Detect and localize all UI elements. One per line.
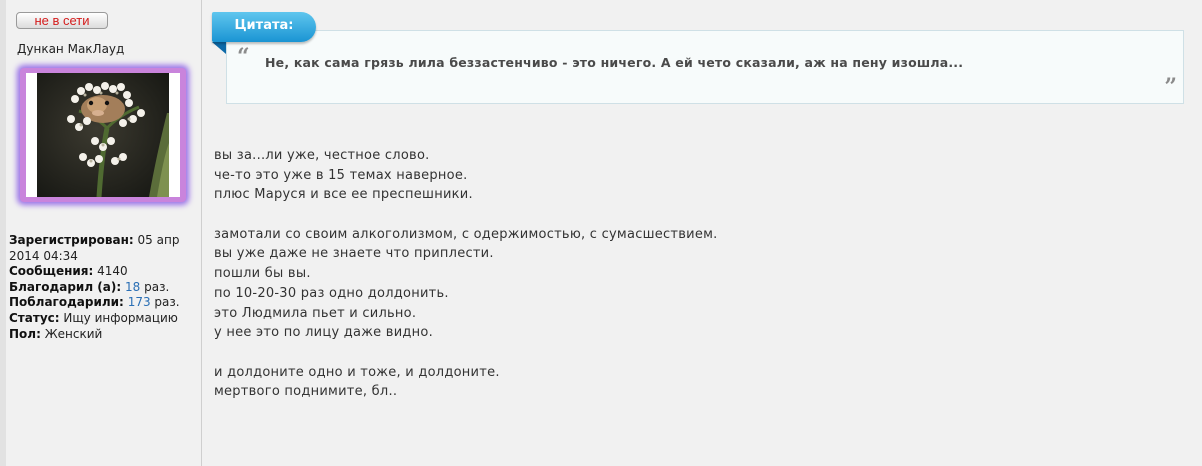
quote-label-tail xyxy=(212,42,226,54)
quote-text: Не, как сама грязь лила беззастенчиво - … xyxy=(265,55,964,70)
post-line: пошли бы вы. xyxy=(214,266,311,282)
post-line: это Людмила пьет и сильно. xyxy=(214,305,417,321)
quote-close-mark: ” xyxy=(1164,74,1177,100)
avatar[interactable] xyxy=(26,73,180,197)
post-paragraph-gap xyxy=(214,205,718,225)
post-line: че-то это уже в 15 темах наверное. xyxy=(214,167,468,183)
avatar-image xyxy=(37,73,169,197)
post-line: у нее это по лицу даже видно. xyxy=(214,325,433,341)
registered-row-cont: 2014 04:34 xyxy=(9,248,78,263)
user-sidebar: не в сети Дункан МакЛауд Зарегистрирован… xyxy=(6,0,202,466)
post-line: вы уже даже не знаете что приплести. xyxy=(214,246,494,262)
thanked-row: Благодарил (а): 18 раз. xyxy=(9,279,170,294)
gender-row: Пол: Женский xyxy=(9,326,103,341)
online-status-badge: не в сети xyxy=(16,12,108,29)
quote-block: “ Не, как сама грязь лила беззастенчиво … xyxy=(226,30,1184,104)
was-thanked-count-link[interactable]: 173 xyxy=(128,295,151,309)
quote-label-ribbon: Цитата: xyxy=(212,12,316,42)
post-content: “ Не, как сама грязь лила беззастенчиво … xyxy=(202,0,1202,466)
registered-row: Зарегистрирован: 05 апр xyxy=(9,233,180,247)
quote-label: Цитата: xyxy=(234,18,294,33)
username-link[interactable]: Дункан МакЛауд xyxy=(17,42,124,56)
post-line: плюс Маруся и все ее преспешники. xyxy=(214,187,473,203)
post-line: по 10-20-30 раз одно долдонить. xyxy=(214,285,449,301)
post-paragraph-gap xyxy=(214,343,718,363)
messages-row: Сообщения: 4140 xyxy=(9,264,128,279)
post-line: замотали со своим алкоголизмом, с одержи… xyxy=(214,226,718,242)
quote-open-mark: “ xyxy=(237,44,250,70)
user-profile-info: Зарегистрирован: 05 апр 2014 04:34 Сообщ… xyxy=(9,233,199,342)
post-line: мертвого поднимите, бл.. xyxy=(214,384,398,400)
avatar-frame xyxy=(20,68,186,202)
post-line: вы за...ли уже, честное слово. xyxy=(214,148,430,163)
post-body: вы за...ли уже, честное слово. че-то это … xyxy=(214,146,718,402)
was-thanked-row: Поблагодарили: 173 раз. xyxy=(9,295,180,310)
status-row: Статус: Ищу информацию xyxy=(9,310,178,325)
thanked-count-link[interactable]: 18 xyxy=(125,280,140,294)
post-line: и долдоните одно и тоже, и долдоните. xyxy=(214,364,500,380)
